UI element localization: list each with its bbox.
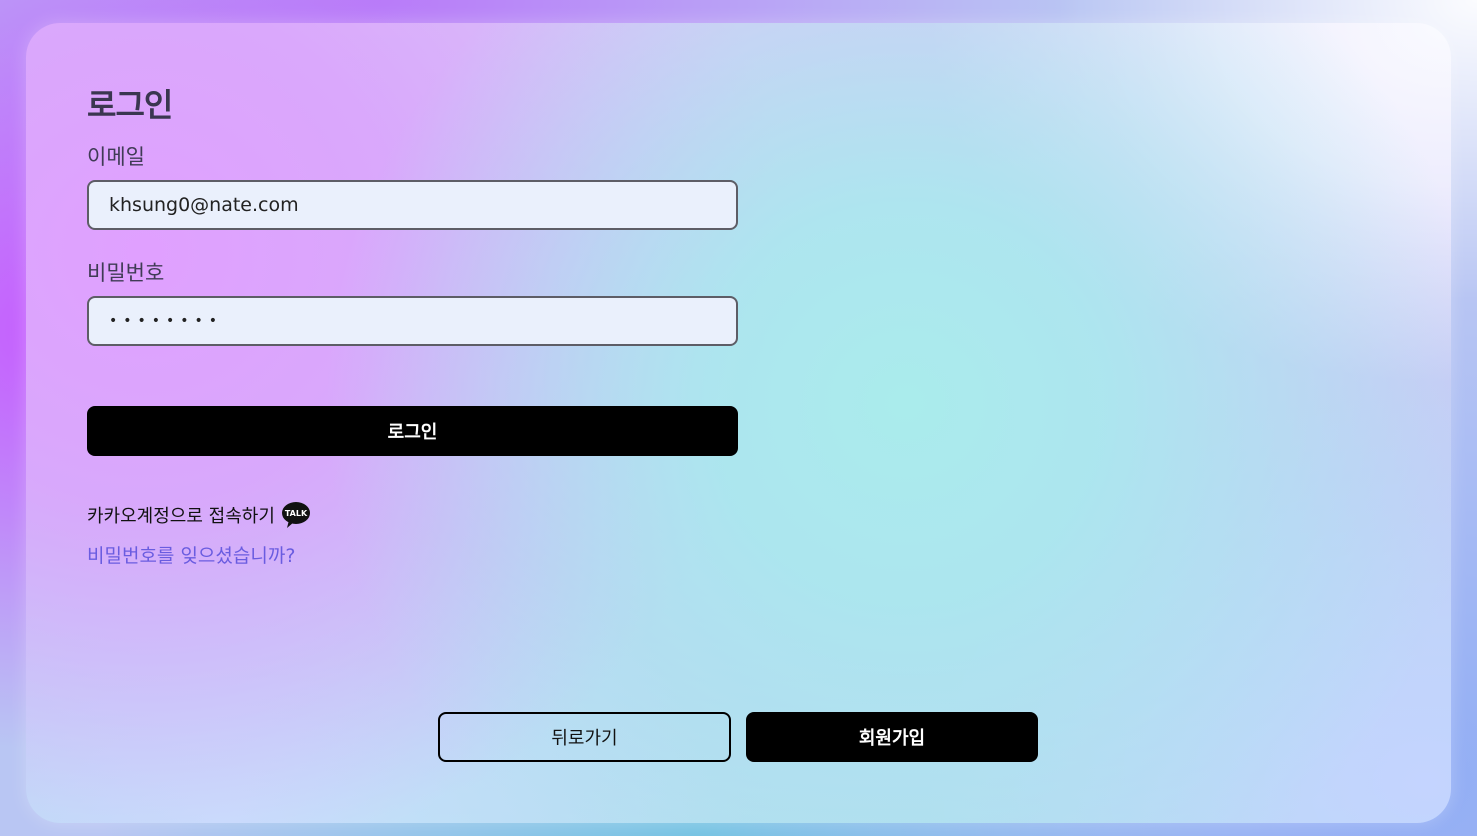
kakao-talk-icon: TALK: [281, 501, 311, 529]
password-label: 비밀번호: [87, 261, 165, 285]
login-button[interactable]: 로그인: [87, 406, 738, 456]
signup-button[interactable]: 회원가입: [746, 712, 1038, 762]
forgot-password-link[interactable]: 비밀번호를 잊으셨습니까?: [87, 541, 295, 568]
email-label: 이메일: [87, 145, 145, 169]
login-card: 로그인 이메일 비밀번호 로그인 카카오계정으로 접속하기 TALK 비밀번호를…: [26, 23, 1451, 823]
password-field[interactable]: [87, 296, 738, 346]
page-title: 로그인: [87, 86, 173, 124]
svg-text:TALK: TALK: [285, 509, 308, 518]
kakao-login-label: 카카오계정으로 접속하기: [87, 506, 275, 527]
kakao-login-link[interactable]: 카카오계정으로 접속하기 TALK: [87, 501, 311, 529]
back-button[interactable]: 뒤로가기: [438, 712, 731, 762]
email-field[interactable]: [87, 180, 738, 230]
